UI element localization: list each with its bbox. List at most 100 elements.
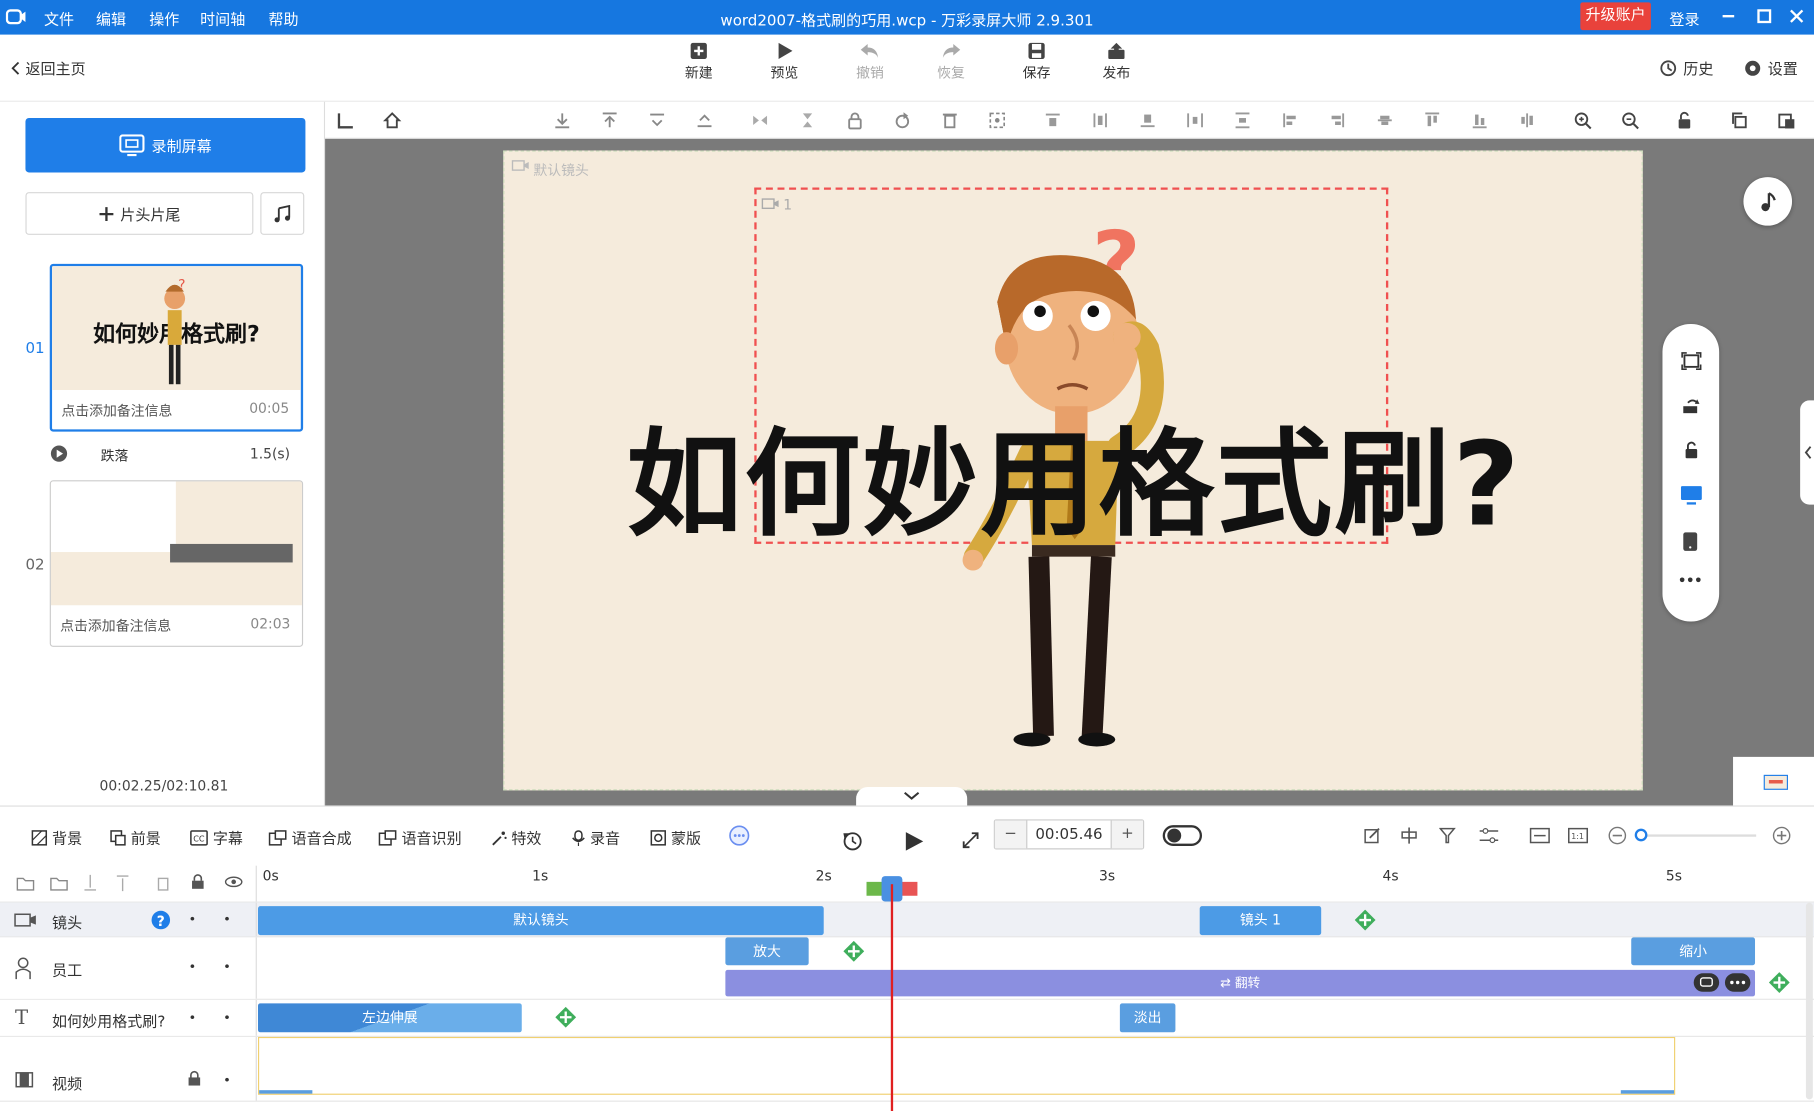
clip-fade-out[interactable]: 淡出 bbox=[1119, 1003, 1176, 1033]
adjust-icon[interactable] bbox=[1479, 826, 1500, 845]
align-hcenter-icon[interactable] bbox=[1376, 111, 1395, 130]
publish-button[interactable]: 发布 bbox=[1087, 42, 1145, 83]
redo-button[interactable]: 恢复 bbox=[922, 42, 980, 83]
unlock-icon[interactable] bbox=[1675, 111, 1694, 130]
history-button[interactable]: 历史 bbox=[1659, 57, 1713, 79]
fit-icon[interactable] bbox=[988, 111, 1007, 130]
transition-play-icon[interactable] bbox=[50, 444, 69, 463]
lock-icon[interactable] bbox=[846, 111, 865, 130]
stage[interactable]: 默认镜头 1 ? 如何妙用格式刷? bbox=[503, 150, 1643, 791]
move-bottom-icon[interactable] bbox=[553, 111, 572, 130]
rotate-icon[interactable] bbox=[893, 111, 912, 130]
new-button[interactable]: 新建 bbox=[670, 42, 728, 83]
close-icon[interactable] bbox=[1789, 8, 1805, 24]
screenshot-icon[interactable] bbox=[1681, 352, 1702, 371]
track-dot[interactable]: • bbox=[223, 1073, 231, 1088]
add-action-icon[interactable] bbox=[555, 1006, 577, 1028]
filter-icon[interactable] bbox=[1439, 826, 1458, 845]
lock-all-icon[interactable] bbox=[191, 874, 205, 890]
clip-default-camera[interactable]: 默认镜头 bbox=[257, 906, 824, 936]
desktop-icon[interactable] bbox=[1680, 485, 1703, 506]
visibility-icon[interactable] bbox=[224, 876, 243, 888]
track-dot[interactable]: • bbox=[189, 912, 197, 927]
help-icon[interactable]: ? bbox=[150, 910, 171, 931]
track-dot[interactable]: • bbox=[189, 1010, 197, 1025]
track-dot[interactable]: • bbox=[223, 959, 231, 974]
flip-vertical-icon[interactable] bbox=[798, 111, 817, 130]
align-bottom-edge-icon[interactable] bbox=[1470, 111, 1489, 130]
undo-button[interactable]: 撤销 bbox=[841, 42, 899, 83]
ruler-icon[interactable] bbox=[337, 111, 356, 130]
track-video[interactable]: 视频 • bbox=[0, 1036, 1814, 1102]
add-action-icon[interactable] bbox=[1768, 972, 1790, 993]
time-increment-button[interactable]: + bbox=[1110, 820, 1144, 849]
clip-zoom-out[interactable]: 缩小 bbox=[1631, 937, 1756, 966]
more-tools-icon[interactable] bbox=[729, 825, 750, 846]
time-stepper[interactable]: − 00:05.46 + bbox=[993, 819, 1145, 850]
lock-icon[interactable] bbox=[187, 1070, 201, 1087]
zoom-in-icon[interactable] bbox=[1573, 111, 1592, 130]
zoom-out-icon[interactable] bbox=[1621, 111, 1640, 130]
back-home-button[interactable]: 返回主页 bbox=[9, 57, 86, 79]
split-icon[interactable] bbox=[1400, 826, 1419, 845]
asr-tool[interactable]: 语音识别 bbox=[378, 826, 462, 848]
align-right-icon[interactable] bbox=[1328, 111, 1347, 130]
effects-tool[interactable]: 特效 bbox=[491, 826, 541, 848]
mobile-icon[interactable] bbox=[1682, 531, 1698, 552]
foreground-tool[interactable]: 前景 bbox=[110, 826, 161, 848]
comment-icon[interactable] bbox=[1693, 973, 1720, 992]
move-down-icon[interactable] bbox=[648, 111, 667, 130]
mask-tool[interactable]: 蒙版 bbox=[650, 826, 701, 848]
preview-button[interactable]: 预览 bbox=[755, 42, 813, 83]
scene-card-2[interactable]: 点击添加备注信息 02:03 bbox=[49, 480, 304, 647]
track-dot[interactable]: • bbox=[223, 912, 231, 927]
time-decrement-button[interactable]: − bbox=[994, 820, 1028, 849]
time-value[interactable]: 00:05.46 bbox=[1027, 826, 1110, 843]
more-icon[interactable] bbox=[1679, 576, 1702, 583]
delete-icon[interactable] bbox=[941, 111, 960, 130]
align-vcenter-icon[interactable] bbox=[1091, 111, 1110, 130]
zoom-in-timeline-icon[interactable] bbox=[1772, 826, 1791, 845]
flip-horizontal-icon[interactable] bbox=[751, 111, 770, 130]
scene-note[interactable]: 点击添加备注信息 bbox=[60, 616, 171, 636]
track-dot[interactable]: • bbox=[223, 1010, 231, 1025]
record-audio-tool[interactable]: 录音 bbox=[572, 826, 620, 848]
subtitle-tool[interactable]: CC 字幕 bbox=[190, 826, 243, 848]
minimap[interactable] bbox=[1733, 756, 1814, 806]
move-up-icon[interactable] bbox=[695, 111, 714, 130]
collapse-canvas-handle[interactable] bbox=[856, 786, 968, 806]
align-left-icon[interactable] bbox=[1281, 111, 1300, 130]
clip-video[interactable] bbox=[257, 1036, 1676, 1095]
new-layer-icon[interactable] bbox=[50, 875, 69, 891]
record-screen-button[interactable]: 录制屏幕 bbox=[25, 118, 306, 173]
edit-icon[interactable] bbox=[1363, 826, 1382, 845]
add-action-icon[interactable] bbox=[843, 940, 865, 962]
background-tool[interactable]: 背景 bbox=[31, 826, 82, 848]
clip-flip[interactable]: ⇄ 翻转 bbox=[725, 969, 1756, 997]
side-panel-toggle[interactable] bbox=[1800, 400, 1814, 505]
upgrade-button[interactable]: 升级账户 bbox=[1580, 2, 1651, 31]
track-text[interactable]: T 如何妙用格式刷? • • 左边伸展 淡出 bbox=[0, 999, 1814, 1037]
rotate-screen-icon[interactable] bbox=[1681, 397, 1702, 416]
align-top-icon[interactable] bbox=[1044, 111, 1063, 130]
move-top-icon[interactable] bbox=[600, 111, 619, 130]
timeline-ruler[interactable]: 0s 1s 2s 3s 4s 5s bbox=[0, 865, 1814, 903]
music-float-button[interactable] bbox=[1743, 177, 1793, 226]
move-down-layer-icon[interactable] bbox=[83, 874, 97, 893]
distribute-h-icon[interactable] bbox=[1186, 111, 1205, 130]
track-character[interactable]: 员工 • • 放大 缩小 ⇄ 翻转 bbox=[0, 937, 1814, 1000]
add-action-icon[interactable] bbox=[1354, 909, 1376, 931]
move-up-layer-icon[interactable] bbox=[116, 874, 130, 893]
paste-icon[interactable] bbox=[1777, 111, 1796, 130]
align-top-edge-icon[interactable] bbox=[1423, 111, 1442, 130]
scene-card-1[interactable]: 如何妙用格式刷? ? 点击添加备注信息 00:05 bbox=[49, 263, 304, 432]
replay-icon[interactable] bbox=[841, 829, 864, 852]
transition-name[interactable]: 跌落 bbox=[101, 446, 129, 466]
home-icon[interactable] bbox=[383, 111, 402, 130]
align-middle-icon[interactable] bbox=[1518, 111, 1537, 130]
play-icon[interactable] bbox=[904, 830, 925, 853]
clip-camera-1[interactable]: 镜头 1 bbox=[1199, 906, 1322, 936]
settings-button[interactable]: 设置 bbox=[1743, 57, 1798, 79]
add-folder-icon[interactable] bbox=[16, 875, 35, 891]
copy-icon[interactable] bbox=[1730, 111, 1749, 130]
